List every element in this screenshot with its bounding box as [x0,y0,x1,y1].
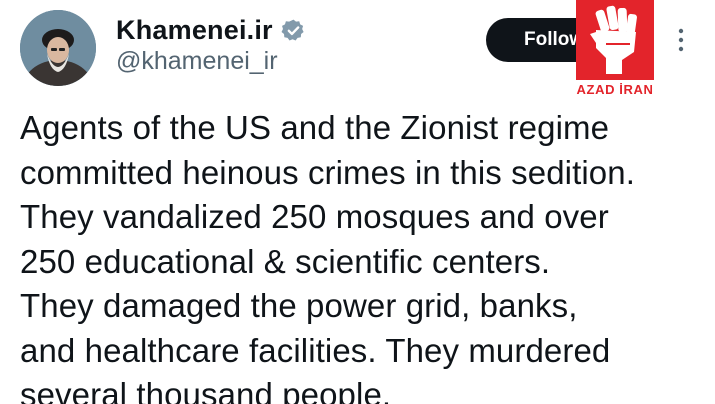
tweet-screenshot: Khamenei.ir @khamenei_ir Follow AZAD İRA… [0,0,715,404]
verified-badge-icon [281,18,306,43]
avatar[interactable] [20,10,96,86]
tweet-line: 250 educational & scientific centers. [20,242,551,280]
more-options-icon[interactable] [676,26,686,54]
raised-fist-icon [576,0,654,80]
author-name-row: Khamenei.ir [116,12,306,48]
tweet-line: and healthcare facilities. They murdered [20,331,611,369]
author-display-name[interactable]: Khamenei.ir [116,15,273,46]
tweet-line: They vandalized 250 mosques and over [20,198,609,235]
tweet-line: committed heinous crimes in this seditio… [20,153,635,191]
tweet-line: several thousand people. [20,376,392,404]
author-handle[interactable]: @khamenei_ir [116,46,278,76]
tweet-line: They damaged the power grid, banks, [20,287,578,324]
tweet-line: Agents of the US and the Zionist regime [20,109,610,146]
logo-text: AZAD İRAN [576,82,654,97]
tweet-text: Agents of the US and the Zionist regime … [20,106,700,404]
